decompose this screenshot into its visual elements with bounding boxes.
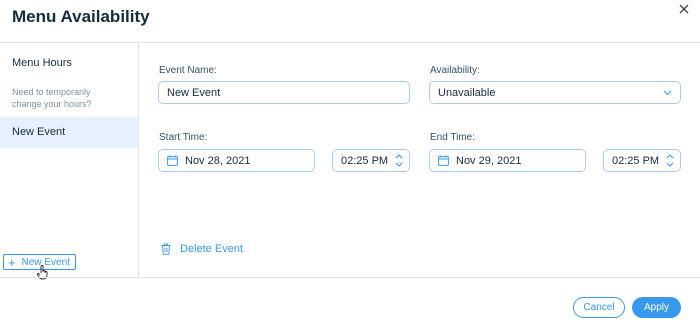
sidebar: Menu Hours Need to temporarily change yo… [0, 43, 139, 277]
chevron-down-icon [663, 90, 672, 96]
calendar-icon [438, 155, 449, 166]
apply-button[interactable]: Apply [632, 297, 681, 318]
start-date-value: Nov 28, 2021 [185, 154, 251, 167]
event-name-label: Event Name: [159, 65, 217, 76]
availability-label: Availability: [430, 65, 480, 76]
availability-select[interactable]: Unavailable [429, 81, 681, 104]
sidebar-item-menu-hours[interactable]: Menu Hours [0, 53, 138, 73]
availability-value: Unavailable [438, 86, 496, 99]
event-name-value: New Event [167, 86, 221, 99]
dialog-title: Menu Availability [12, 7, 150, 26]
end-date-input[interactable]: Nov 29, 2021 [429, 149, 586, 172]
end-time-value: 02:25 PM [612, 154, 660, 167]
calendar-icon [167, 155, 178, 166]
delete-event-label: Delete Event [180, 243, 243, 255]
time-stepper-icon[interactable] [666, 153, 674, 168]
start-time-value: 02:25 PM [341, 154, 389, 167]
end-time-input[interactable]: 02:25 PM [603, 149, 681, 172]
time-stepper-icon[interactable] [395, 153, 403, 168]
trash-icon [161, 243, 171, 255]
end-time-label: End Time: [430, 132, 476, 143]
close-icon[interactable] [675, 0, 693, 18]
start-date-input[interactable]: Nov 28, 2021 [158, 149, 315, 172]
footer-divider [0, 277, 700, 278]
start-time-input[interactable]: 02:25 PM [332, 149, 410, 172]
cancel-button[interactable]: Cancel [573, 297, 625, 318]
delete-event-button[interactable]: Delete Event [161, 243, 243, 255]
sidebar-hint-text: Need to temporarily change your hours? [12, 87, 92, 109]
end-date-value: Nov 29, 2021 [456, 154, 522, 167]
event-name-input[interactable]: New Event [158, 81, 410, 104]
start-time-label: Start Time: [159, 132, 208, 143]
plus-icon: + [8, 254, 16, 270]
sidebar-item-new-event[interactable]: New Event [0, 117, 138, 148]
